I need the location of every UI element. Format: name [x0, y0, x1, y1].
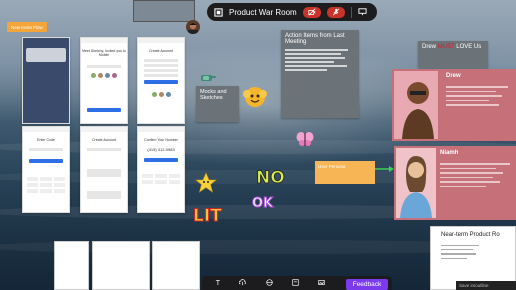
- persona-details-drew: [446, 83, 508, 135]
- drew-note-pre: Drew: [422, 44, 438, 50]
- avatar-row: [81, 73, 127, 78]
- screen-icon[interactable]: [358, 7, 367, 18]
- phone-screen-create-account[interactable]: Create Account: [137, 37, 185, 124]
- butterfly-sticker-icon[interactable]: [296, 131, 314, 147]
- lit-sticker[interactable]: LIT: [193, 206, 223, 227]
- new-invite-flow-label[interactable]: New Invite Flow: [7, 22, 47, 32]
- phone-screen-confirm-number[interactable]: Confirm Your Number (415) 312-0983: [137, 126, 185, 213]
- action-items-list: [285, 49, 355, 71]
- no-sticker[interactable]: NO: [256, 168, 286, 189]
- drew-note-must: MUST: [437, 44, 455, 50]
- sticky-note-action-items[interactable]: Action Items from Last Meeting: [281, 30, 359, 118]
- screenshot-thumb-3[interactable]: [152, 241, 200, 290]
- pointing-hand-icon[interactable]: [199, 71, 217, 83]
- shared-image-thumbnail[interactable]: [133, 0, 195, 22]
- text-tool-button[interactable]: T: [216, 280, 220, 287]
- sticky-note-icon[interactable]: [292, 278, 299, 288]
- toolbar-divider: [350, 6, 352, 18]
- camera-off-icon[interactable]: [302, 6, 321, 18]
- star-sticker-icon[interactable]: [195, 172, 217, 194]
- sticky-note-user-persona[interactable]: User Persona: [315, 161, 375, 184]
- room-title[interactable]: Product War Room: [229, 8, 297, 17]
- screen-title: Confirm Your Number: [144, 138, 178, 142]
- phone-screen-invite[interactable]: Meet Sketchy, Invited you to Mobile: [80, 37, 128, 124]
- keypad: [27, 177, 65, 193]
- roadmap-lines: [431, 238, 515, 266]
- room-toolbar: Product War Room: [207, 3, 377, 21]
- notification-card: [26, 48, 66, 62]
- phone-screen-create-account-2[interactable]: Create Account: [80, 126, 128, 213]
- persona-name-drew: Drew: [446, 73, 461, 79]
- screenshot-thumb-2[interactable]: [92, 241, 150, 290]
- persona-details-niamh: [440, 160, 510, 216]
- screen-title: Meet Sketchy, Invited you to Mobile: [82, 49, 126, 57]
- screen-title: Create Account: [92, 138, 116, 142]
- whiteboard-canvas[interactable]: Product War Room New Invite Flow Meet Sk…: [0, 0, 516, 290]
- participant-avatar[interactable]: [186, 20, 200, 34]
- sticky-note-drew-must-love[interactable]: Drew MUST LOVE Us: [418, 41, 488, 68]
- sticky-note-mocks[interactable]: Mocks and Sketches: [196, 86, 239, 122]
- persona-photo-drew: [394, 71, 438, 139]
- persona-card-niamh[interactable]: Niamh: [394, 146, 516, 220]
- room-logo-icon: [213, 7, 223, 17]
- save-status: Save in/outline: [456, 281, 516, 290]
- image-icon[interactable]: [318, 279, 326, 288]
- screenshot-thumb-1[interactable]: [54, 241, 89, 290]
- arrow-right-icon: [375, 160, 395, 172]
- upload-icon[interactable]: [238, 278, 247, 288]
- mic-off-icon[interactable]: [326, 6, 345, 18]
- persona-name-niamh: Niamh: [440, 150, 459, 156]
- phone-number: (415) 312-0983: [147, 147, 175, 152]
- screen-title: Create Account: [149, 49, 173, 53]
- ok-sticker[interactable]: OK: [251, 196, 273, 212]
- persona-card-drew[interactable]: Drew: [392, 69, 516, 141]
- link-icon[interactable]: [266, 278, 273, 288]
- roadmap-title: Near-term Product Ro: [441, 232, 500, 238]
- persona-photo-niamh: [396, 148, 436, 218]
- screen-title: Enter Code: [37, 138, 55, 142]
- feedback-button[interactable]: Feedback: [346, 279, 388, 290]
- drew-note-post: LOVE Us: [454, 44, 482, 50]
- smiley-sticker-icon[interactable]: [241, 85, 269, 109]
- phone-screen-notification[interactable]: [22, 37, 70, 124]
- keypad: [142, 174, 180, 184]
- action-items-title: Action Items from Last Meeting: [285, 33, 345, 45]
- phone-screen-enter-code[interactable]: Enter Code: [22, 126, 70, 213]
